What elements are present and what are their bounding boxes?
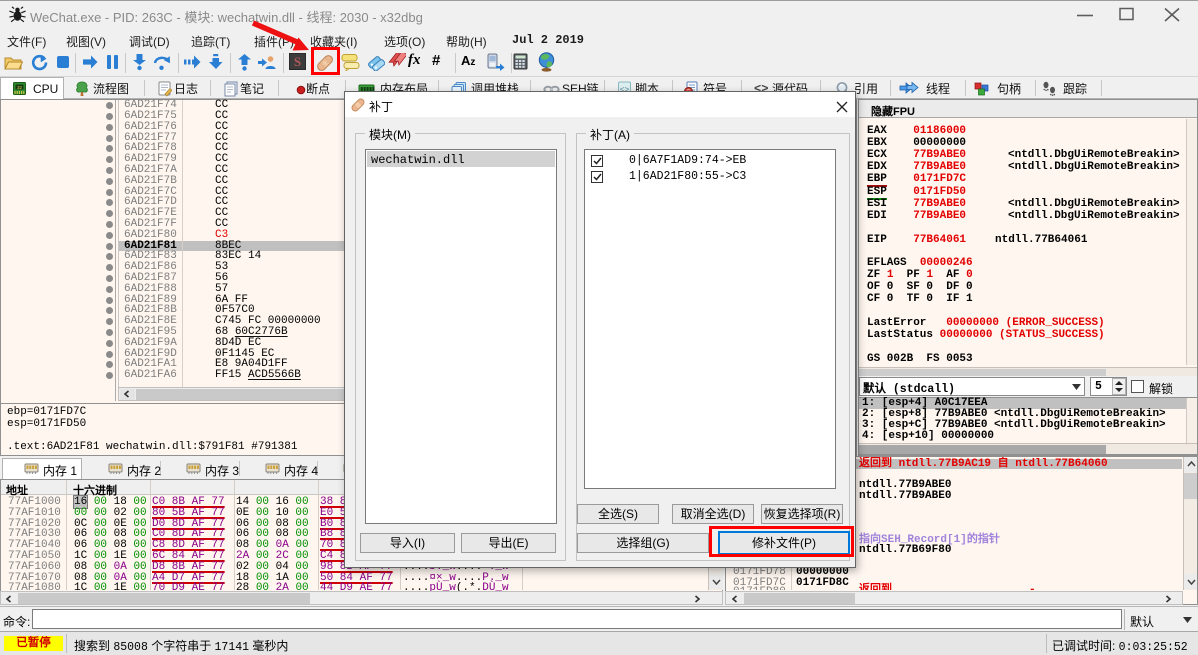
svg-text:32: 32	[17, 85, 23, 90]
